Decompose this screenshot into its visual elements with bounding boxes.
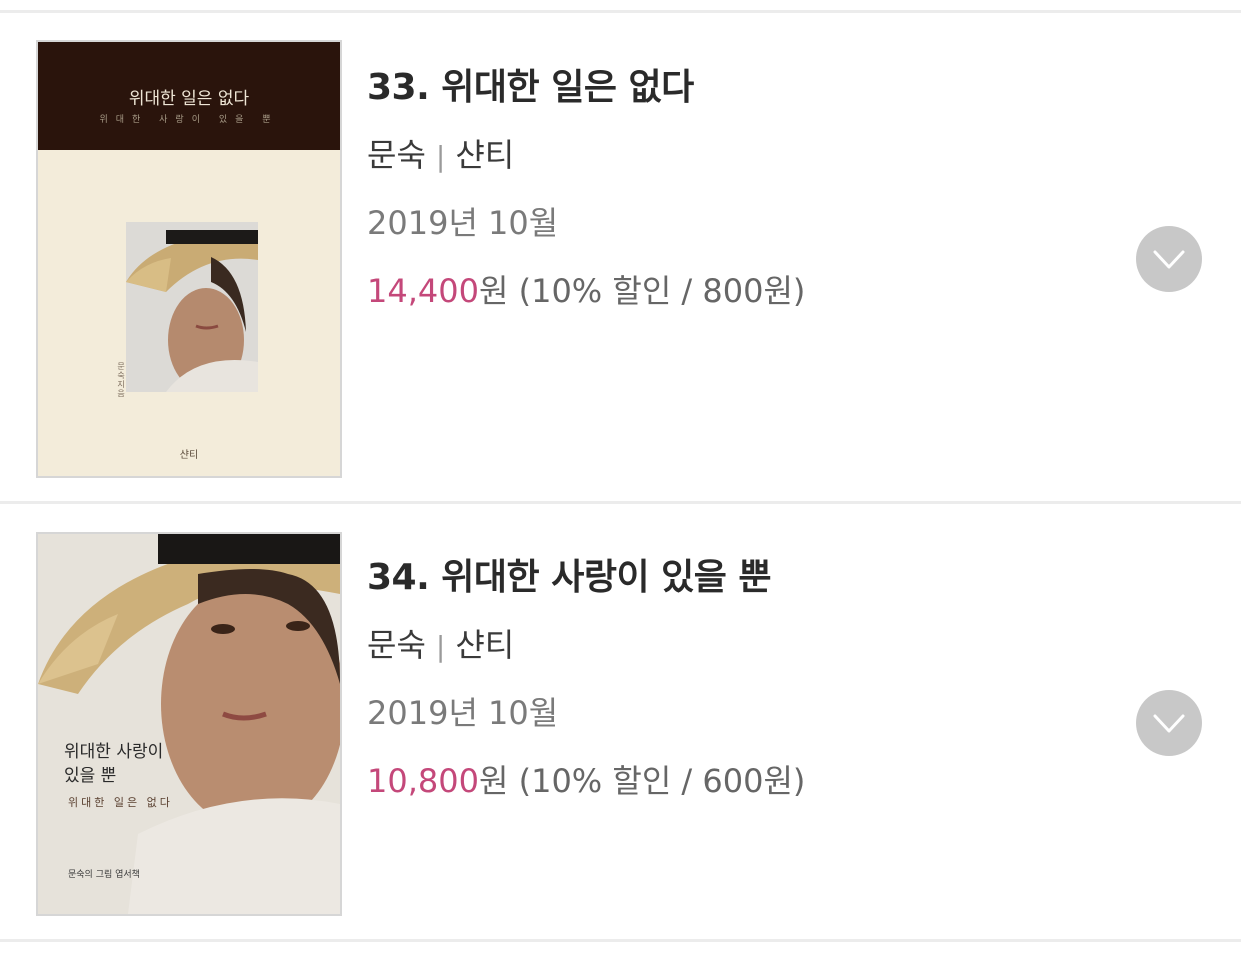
book-info: 33. 위대한 일은 없다 문숙 | 샨티 2019년 10월 14,400원 (1… [367, 58, 805, 312]
author-publisher: 문숙 | 샨티 [367, 620, 805, 666]
price-unit: 원 [478, 762, 509, 800]
discount-info: (10% 할인 / 800원) [508, 272, 806, 310]
cover-title-line2: 있을 뿐 [64, 766, 117, 786]
price-line: 14,400원 (10% 할인 / 800원) [367, 266, 805, 312]
author-publisher: 문숙 | 샨티 [367, 130, 805, 176]
cover-footer: 문숙의 그림 엽서책 [68, 870, 140, 880]
cover-title: 위대한 일은 없다 [128, 89, 250, 109]
item-divider [0, 501, 1241, 504]
book-title[interactable]: 33. 위대한 일은 없다 [367, 58, 805, 110]
cover-author-vertical: 문숙지음 [117, 362, 125, 398]
expand-button[interactable] [1136, 226, 1202, 292]
publisher-name[interactable]: 샨티 [455, 626, 514, 664]
chevron-down-icon [1153, 714, 1185, 733]
cover-photo [38, 534, 340, 914]
expand-button[interactable] [1136, 690, 1202, 756]
discount-info: (10% 할인 / 600원) [508, 762, 806, 800]
book-info: 34. 위대한 사랑이 있을 뿐 문숙 | 샨티 2019년 10월 10,800원… [367, 548, 805, 802]
cover-title: 위대한 사랑이있을 뿐 [64, 740, 163, 788]
chevron-down-icon [1153, 250, 1185, 269]
publish-date: 2019년 10월 [367, 204, 559, 242]
publish-date: 2019년 10월 [367, 694, 559, 732]
sale-price: 10,800 [367, 762, 479, 800]
book-cover-image[interactable]: 위대한 사랑이있을 뿐 위대한 일은 없다 문숙의 그림 엽서책 [36, 532, 342, 916]
cover-subtitle: 위대한 사랑이 있을 뿐 [99, 115, 279, 125]
separator: | [435, 630, 446, 663]
sale-price: 14,400 [367, 272, 479, 310]
cover-photo [126, 222, 258, 392]
cover-title-line1: 위대한 사랑이 [64, 742, 164, 762]
cover-subtitle: 위대한 일은 없다 [68, 796, 173, 809]
book-title[interactable]: 34. 위대한 사랑이 있을 뿐 [367, 548, 805, 600]
book-cover-image[interactable]: 위대한 일은 없다 위대한 사랑이 있을 뿐 문숙지음 샨티 [36, 40, 342, 478]
author-name[interactable]: 문숙 [367, 136, 426, 174]
price-line: 10,800원 (10% 할인 / 600원) [367, 756, 805, 802]
price-unit: 원 [478, 272, 509, 310]
top-divider [0, 10, 1241, 13]
bottom-divider [0, 939, 1241, 942]
publisher-name[interactable]: 샨티 [455, 136, 514, 174]
cover-publisher-logo: 샨티 [179, 450, 199, 461]
separator: | [435, 140, 446, 173]
author-name[interactable]: 문숙 [367, 626, 426, 664]
